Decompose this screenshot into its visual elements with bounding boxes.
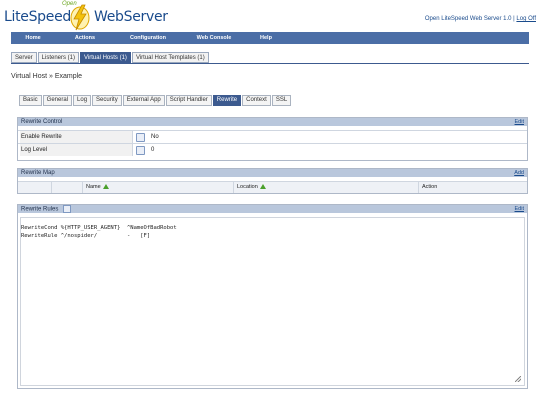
rewrite-map-panel: Rewrite Map Add Name Location Action bbox=[17, 168, 528, 194]
sort-up-icon[interactable] bbox=[259, 184, 266, 190]
column-name-label: Name bbox=[86, 184, 101, 190]
nav-home[interactable]: Home bbox=[11, 35, 55, 41]
info-icon[interactable] bbox=[136, 133, 145, 142]
column-location[interactable]: Location bbox=[233, 182, 417, 193]
tab-security[interactable]: Security bbox=[92, 95, 122, 106]
enable-rewrite-value: No bbox=[151, 134, 159, 140]
log-level-value: 0 bbox=[151, 147, 155, 153]
nav-web-console[interactable]: Web Console bbox=[181, 35, 247, 41]
info-icon[interactable] bbox=[136, 146, 145, 155]
tab-script-handler[interactable]: Script Handler bbox=[165, 95, 212, 106]
tab-external-app[interactable]: External App bbox=[122, 95, 165, 106]
product-info: Open LiteSpeed Web Server 1.0 | Log Off bbox=[424, 16, 536, 22]
main-nav: Home Actions Configuration Web Console H… bbox=[11, 32, 529, 44]
tab-virtual-host-templates[interactable]: Virtual Host Templates (1) bbox=[131, 52, 209, 63]
enable-rewrite-row: Enable Rewrite No bbox=[18, 130, 527, 143]
sort-up-icon[interactable] bbox=[102, 184, 109, 190]
column-action-label: Action bbox=[422, 184, 438, 190]
nav-help[interactable]: Help bbox=[247, 35, 285, 41]
log-level-label: Log Level bbox=[20, 144, 133, 156]
rewrite-rules-edit-link[interactable]: Edit bbox=[515, 205, 524, 213]
logo-web-text: WebServer bbox=[94, 9, 168, 25]
select-column bbox=[18, 182, 51, 193]
tab-basic[interactable]: Basic bbox=[19, 95, 42, 106]
rewrite-control-title: Rewrite Control bbox=[21, 119, 63, 125]
rewrite-control-header: Rewrite Control Edit bbox=[18, 118, 527, 126]
tab-virtual-hosts[interactable]: Virtual Hosts (1) bbox=[80, 52, 131, 63]
tab-rewrite[interactable]: Rewrite bbox=[212, 95, 242, 106]
log-level-row: Log Level 0 bbox=[18, 143, 527, 156]
rewrite-rules-textarea[interactable] bbox=[20, 217, 525, 386]
rewrite-map-table-header: Name Location Action bbox=[18, 181, 527, 193]
rewrite-map-header: Rewrite Map Add bbox=[18, 169, 527, 177]
logout-link[interactable]: Log Off bbox=[516, 16, 536, 22]
lightning-bolt-icon bbox=[70, 4, 90, 31]
tab-context[interactable]: Context bbox=[242, 95, 271, 106]
rewrite-control-panel: Rewrite Control Edit Enable Rewrite No L… bbox=[17, 117, 528, 161]
tab-server[interactable]: Server bbox=[11, 52, 37, 63]
tab-divider bbox=[11, 63, 529, 64]
tab-ssl[interactable]: SSL bbox=[271, 95, 292, 106]
tab-general[interactable]: General bbox=[42, 95, 73, 106]
product-version: Open LiteSpeed Web Server 1.0 bbox=[424, 16, 512, 22]
rewrite-rule-line: RewriteRule ^/nospider/ - [F] bbox=[21, 233, 151, 239]
rewrite-rules-title: Rewrite Rules bbox=[21, 206, 59, 213]
rewrite-rules-header: Rewrite Rules Edit bbox=[18, 205, 527, 213]
info-icon[interactable] bbox=[63, 205, 72, 213]
page-title: Virtual Host » Example bbox=[11, 73, 83, 80]
rewrite-map-title: Rewrite Map bbox=[21, 170, 55, 176]
nav-actions[interactable]: Actions bbox=[55, 35, 115, 41]
column-action: Action bbox=[418, 182, 522, 193]
logo: LiteSpeed Open WebServer bbox=[4, 1, 174, 32]
nav-configuration[interactable]: Configuration bbox=[115, 35, 181, 41]
column-location-label: Location bbox=[237, 184, 258, 190]
rewrite-control-edit-link[interactable]: Edit bbox=[515, 118, 524, 126]
rewrite-rule-line: RewriteCond %{HTTP_USER_AGENT} ^NameOfBa… bbox=[21, 225, 177, 231]
rewrite-rules-content: RewriteCond %{HTTP_USER_AGENT} ^NameOfBa… bbox=[21, 224, 177, 240]
resize-grip-icon[interactable] bbox=[515, 376, 521, 382]
rewrite-map-add-link[interactable]: Add bbox=[514, 169, 524, 177]
config-tabs: Server Listeners (1) Virtual Hosts (1) V… bbox=[11, 52, 209, 63]
tab-log[interactable]: Log bbox=[73, 95, 92, 106]
vhost-tabs: Basic General Log Security External App … bbox=[19, 95, 292, 106]
logo-lite-text: LiteSpeed bbox=[4, 9, 71, 25]
column-name[interactable]: Name bbox=[82, 182, 234, 193]
tab-listeners[interactable]: Listeners (1) bbox=[37, 52, 80, 63]
enable-rewrite-label: Enable Rewrite bbox=[20, 131, 133, 143]
action-column-blank bbox=[51, 182, 82, 193]
